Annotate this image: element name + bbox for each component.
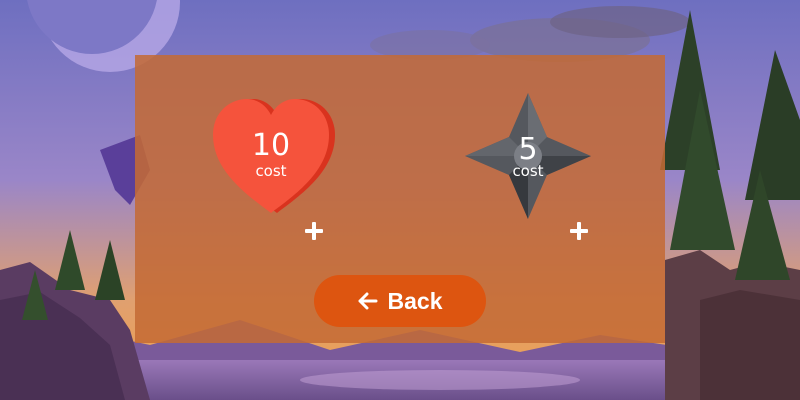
back-button-label: Back: [387, 287, 443, 314]
heart-cost-label: cost: [255, 162, 287, 180]
back-button[interactable]: Back: [314, 275, 486, 327]
arrow-left-icon: [358, 292, 377, 310]
add-shuriken-button[interactable]: [567, 219, 591, 243]
shuriken-cost-label: cost: [512, 162, 544, 180]
heart-cost-value: 10: [251, 128, 291, 163]
purchase-panel: 10 cost 5 cost Back: [135, 55, 665, 343]
heart-resource: 10 cost: [213, 95, 341, 219]
shuriken-resource: 5 cost: [463, 91, 593, 221]
add-heart-button[interactable]: [302, 219, 326, 243]
shuriken-cost-value: 5: [518, 132, 538, 167]
